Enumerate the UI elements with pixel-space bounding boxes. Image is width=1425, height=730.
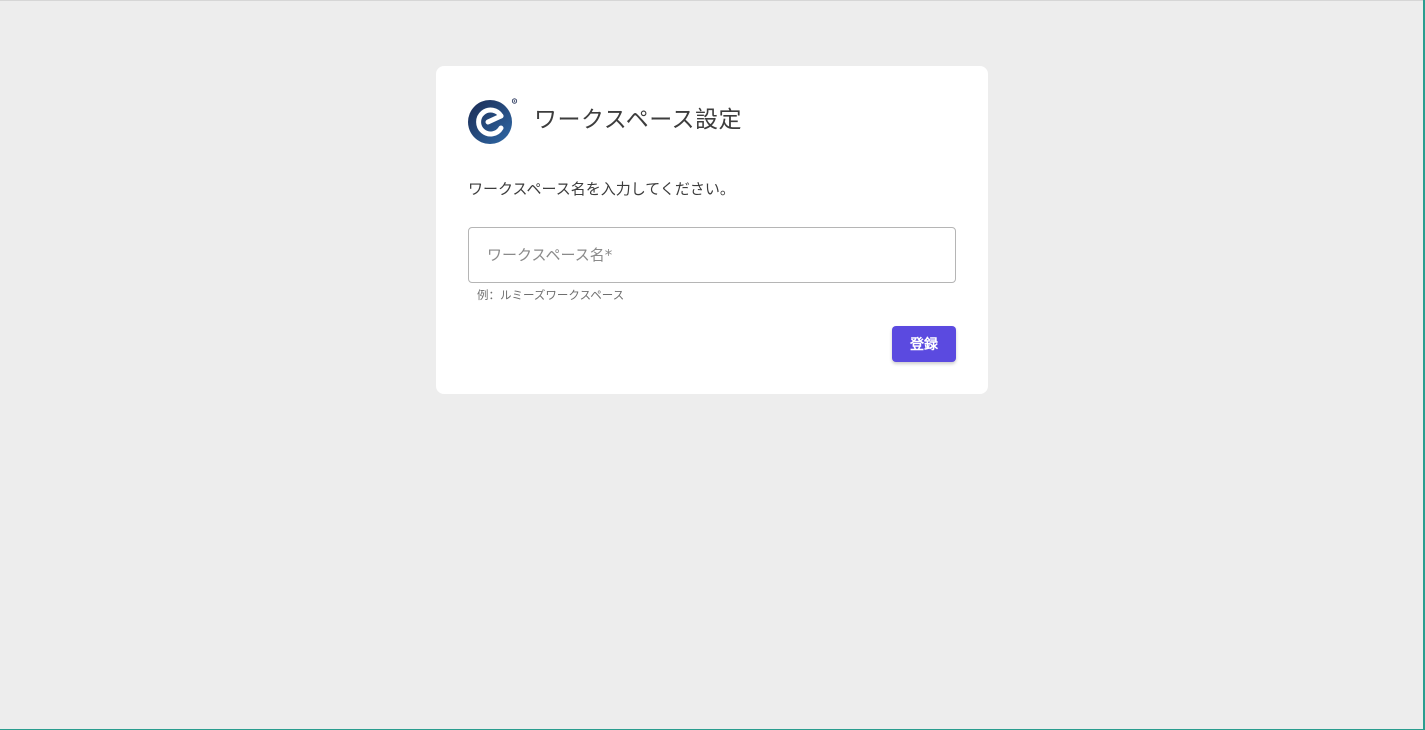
page-title: ワークスペース設定 xyxy=(534,106,743,133)
workspace-name-field[interactable] xyxy=(468,227,956,283)
card-header: ワークスペース設定 xyxy=(468,96,742,144)
workspace-name-input[interactable] xyxy=(469,228,955,282)
brand-logo-icon xyxy=(468,98,518,144)
workspace-settings-card: ワークスペース設定 ワークスペース名を入力してください。 例：ルミーズワークスペ… xyxy=(436,66,988,394)
register-button[interactable]: 登録 xyxy=(892,326,956,362)
instruction-text: ワークスペース名を入力してください。 xyxy=(468,180,735,198)
workspace-name-hint: 例：ルミーズワークスペース xyxy=(477,288,625,302)
window-top-border xyxy=(0,0,1425,1)
